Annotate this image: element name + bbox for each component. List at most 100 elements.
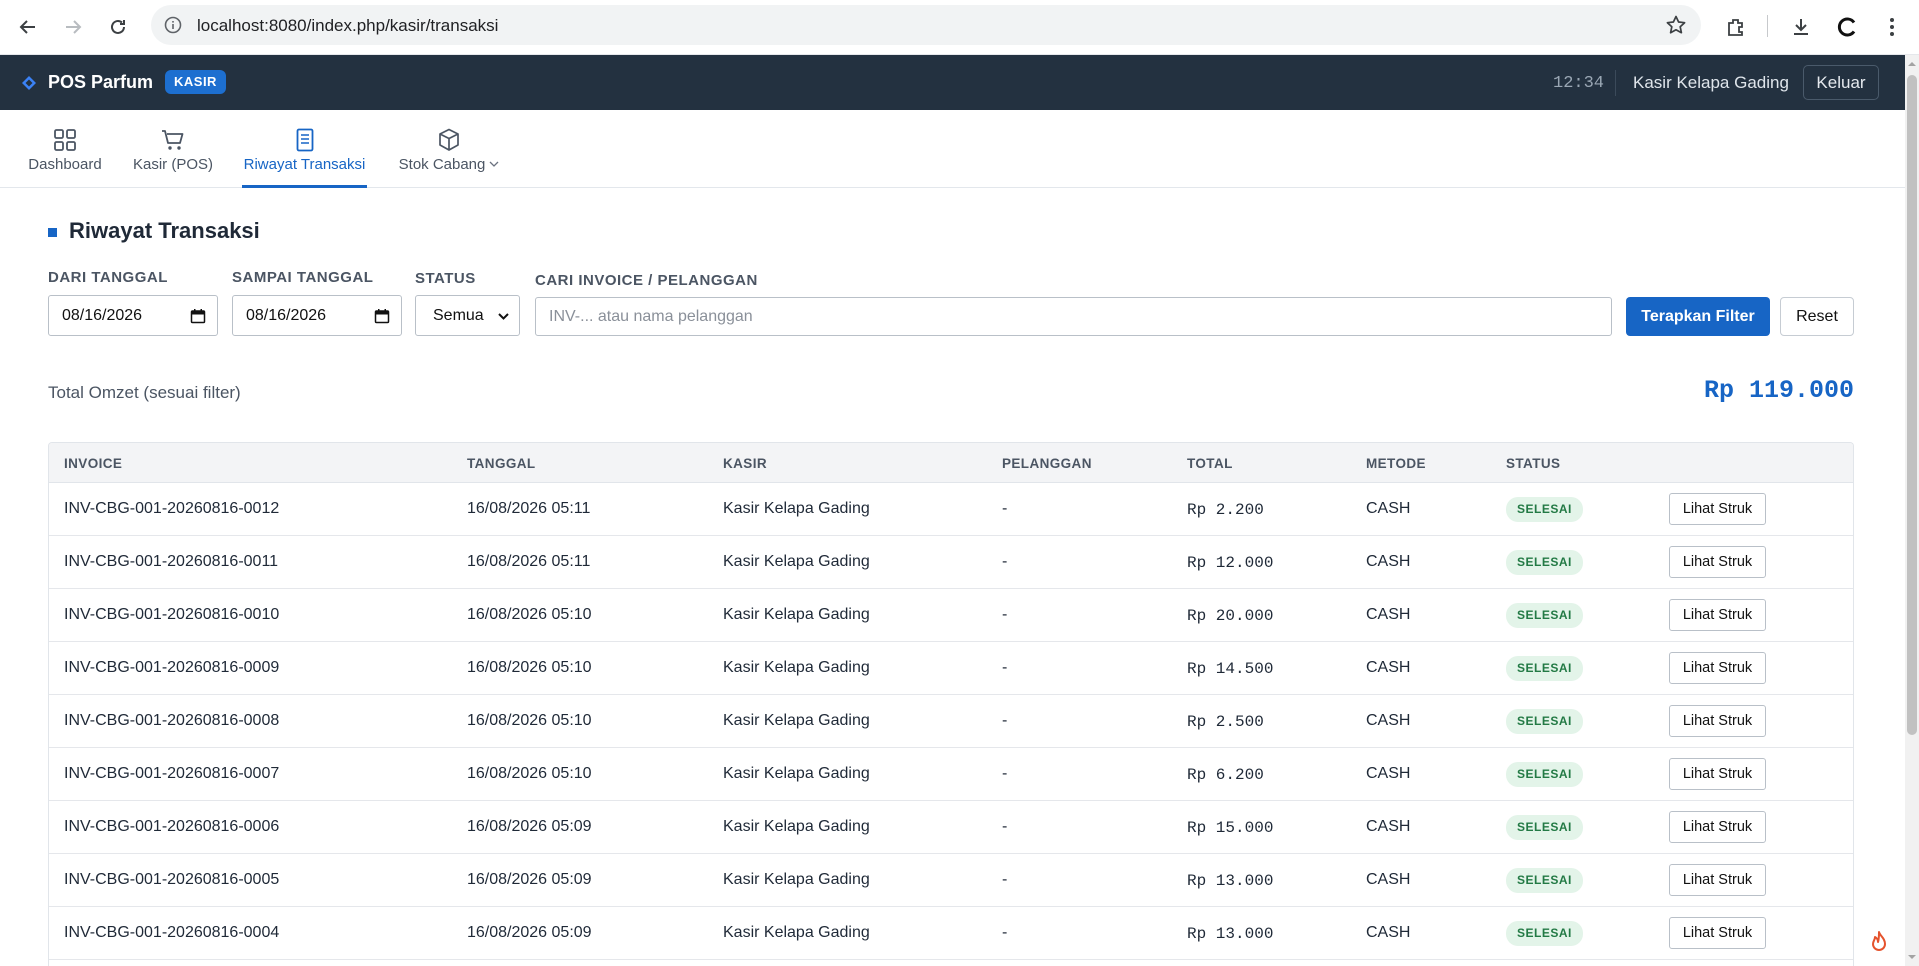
table-row: INV-CBG-001-20260816-0011 16/08/2026 05:1…: [49, 536, 1853, 589]
table-row: INV-CBG-001-20260816-0006 16/08/2026 05:0…: [49, 801, 1853, 854]
role-badge: KASIR: [165, 70, 226, 94]
cart-icon: [162, 130, 184, 150]
chevron-down-icon: [498, 313, 509, 320]
bookmark-star-icon[interactable]: [1665, 14, 1687, 36]
address-bar[interactable]: localhost:8080/index.php/kasir/transaksi: [151, 5, 1701, 45]
table-row: INV-CBG-001-20260816-0008 16/08/2026 05:1…: [49, 695, 1853, 748]
status-label: STATUS: [415, 270, 476, 287]
cell-invoice: INV-CBG-001-20260816-0008: [64, 712, 280, 729]
status-select[interactable]: Semua: [415, 295, 520, 336]
column-header-pelanggan: PELANGGAN: [1002, 456, 1092, 471]
cell-kasir: Kasir Kelapa Gading: [723, 606, 870, 623]
status-badge: SELESAI: [1506, 497, 1583, 522]
status-badge: SELESAI: [1506, 868, 1583, 893]
menu-kebab-icon[interactable]: [1877, 12, 1907, 42]
back-icon[interactable]: [13, 12, 43, 42]
cell-metode: CASH: [1366, 606, 1411, 623]
toolbar-separator: [1767, 15, 1768, 37]
tab-label: Riwayat Transaksi: [243, 156, 366, 173]
calendar-icon[interactable]: [190, 308, 206, 324]
tab-label: Dashboard: [28, 156, 102, 173]
page-title: Riwayat Transaksi: [69, 218, 260, 243]
cell-metode: CASH: [1366, 712, 1411, 729]
section-marker: [48, 228, 57, 237]
reload-icon[interactable]: [103, 12, 133, 42]
view-receipt-button[interactable]: Lihat Struk: [1669, 705, 1766, 737]
view-receipt-button[interactable]: Lihat Struk: [1669, 811, 1766, 843]
view-receipt-button[interactable]: Lihat Struk: [1669, 864, 1766, 896]
cell-tanggal: 16/08/2026 05:09: [467, 924, 592, 941]
view-receipt-button[interactable]: Lihat Struk: [1669, 758, 1766, 790]
table-row: INV-CBG-001-20260816-0004 16/08/2026 05:0…: [49, 907, 1853, 960]
cell-tanggal: 16/08/2026 05:10: [467, 606, 592, 623]
logout-button[interactable]: Keluar: [1803, 65, 1879, 100]
to-date-label: SAMPAI TANGGAL: [232, 269, 374, 286]
tab-label: Stok Cabang: [399, 156, 500, 173]
status-badge: SELESAI: [1506, 603, 1583, 628]
cell-kasir: Kasir Kelapa Gading: [723, 765, 870, 782]
cell-tanggal: 16/08/2026 05:10: [467, 659, 592, 676]
cell-metode: CASH: [1366, 500, 1411, 517]
cell-kasir: Kasir Kelapa Gading: [723, 500, 870, 517]
site-info-icon[interactable]: [164, 16, 182, 34]
search-input[interactable]: INV-... atau nama pelanggan: [535, 297, 1612, 336]
apply-filter-button[interactable]: Terapkan Filter: [1626, 297, 1770, 336]
forward-icon[interactable]: [58, 12, 88, 42]
status-badge: SELESAI: [1506, 921, 1583, 946]
header-divider: [1615, 70, 1616, 96]
view-receipt-button[interactable]: Lihat Struk: [1669, 917, 1766, 949]
cell-pelanggan: -: [1002, 712, 1008, 729]
cell-metode: CASH: [1366, 871, 1411, 888]
status-select-value: Semua: [433, 307, 484, 324]
tab-riwayat-transaksi[interactable]: Riwayat Transaksi: [242, 110, 367, 188]
table-row: INV-CBG-001-20260816-0007 16/08/2026 05:1…: [49, 748, 1853, 801]
view-receipt-button[interactable]: Lihat Struk: [1669, 652, 1766, 684]
fire-icon[interactable]: [1866, 930, 1892, 956]
reset-button[interactable]: Reset: [1780, 297, 1854, 336]
clock: 12:34: [1553, 74, 1605, 93]
cell-total: Rp 20.000: [1187, 607, 1274, 625]
download-icon[interactable]: [1786, 12, 1816, 42]
cell-kasir: Kasir Kelapa Gading: [723, 871, 870, 888]
cell-pelanggan: -: [1002, 500, 1008, 517]
calendar-icon[interactable]: [374, 308, 390, 324]
view-receipt-button[interactable]: Lihat Struk: [1669, 546, 1766, 578]
cell-tanggal: 16/08/2026 05:11: [467, 500, 591, 517]
column-header-tanggal: TANGGAL: [467, 456, 536, 471]
cell-invoice: INV-CBG-001-20260816-0010: [64, 606, 280, 623]
to-date-value: 08/16/2026: [246, 307, 327, 324]
status-badge: SELESAI: [1506, 709, 1583, 734]
from-date-input[interactable]: 08/16/2026: [48, 295, 218, 336]
tab-stok-cabang[interactable]: Stok Cabang: [399, 110, 499, 188]
tab-label: Kasir (POS): [133, 156, 214, 173]
status-badge: SELESAI: [1506, 656, 1583, 681]
column-header-invoice: INVOICE: [64, 456, 123, 471]
scrollbar-thumb[interactable]: [1907, 75, 1917, 735]
cell-total: Rp 13.000: [1187, 872, 1274, 890]
status-badge: SELESAI: [1506, 815, 1583, 840]
cell-total: Rp 13.000: [1187, 925, 1274, 943]
cell-invoice: INV-CBG-001-20260816-0005: [64, 871, 280, 888]
transactions-table: INVOICE TANGGAL KASIR PELANGGAN TOTAL ME…: [48, 442, 1854, 966]
cell-total: Rp 6.200: [1187, 766, 1264, 784]
view-receipt-button[interactable]: Lihat Struk: [1669, 599, 1766, 631]
cell-pelanggan: -: [1002, 553, 1008, 570]
cell-metode: CASH: [1366, 765, 1411, 782]
scroll-down-arrow-icon[interactable]: [1905, 950, 1919, 964]
cell-tanggal: 16/08/2026 05:09: [467, 818, 592, 835]
view-receipt-button[interactable]: Lihat Struk: [1669, 493, 1766, 525]
cell-pelanggan: -: [1002, 606, 1008, 623]
column-header-status: STATUS: [1506, 456, 1561, 471]
tab-dashboard[interactable]: Dashboard: [28, 110, 102, 188]
cell-pelanggan: -: [1002, 818, 1008, 835]
from-date-value: 08/16/2026: [62, 307, 143, 324]
to-date-input[interactable]: 08/16/2026: [232, 295, 402, 336]
cell-invoice: INV-CBG-001-20260816-0009: [64, 659, 280, 676]
tab-kasir-pos[interactable]: Kasir (POS): [133, 110, 214, 188]
scroll-up-arrow-icon[interactable]: [1905, 57, 1919, 71]
cell-pelanggan: -: [1002, 924, 1008, 941]
table-row: INV-CBG-001-20260816-0010 16/08/2026 05:1…: [49, 589, 1853, 642]
extensions-icon[interactable]: [1721, 12, 1751, 42]
profile-icon[interactable]: [1833, 12, 1863, 42]
from-date-label: DARI TANGGAL: [48, 269, 168, 286]
